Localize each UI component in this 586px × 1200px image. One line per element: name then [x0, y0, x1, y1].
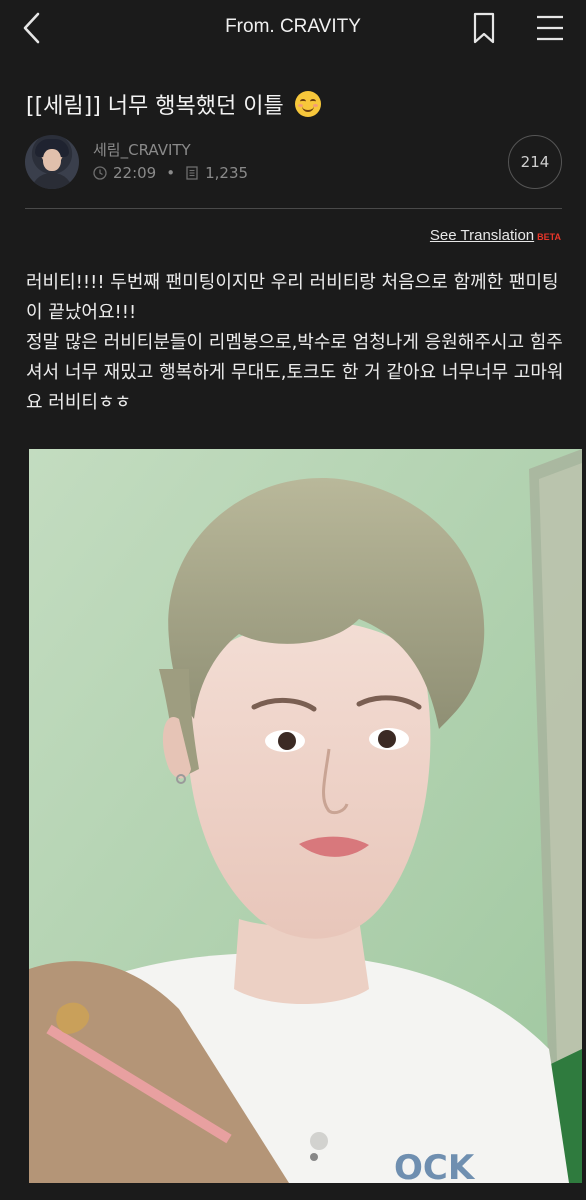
post-time: 22:09: [113, 164, 157, 182]
post-photo[interactable]: OCK: [29, 449, 582, 1183]
divider: [25, 208, 562, 209]
post-paragraph: 러비티!!!! 두번째 팬미팅이지만 우리 러비티랑 처음으로 함께한 팬미팅이…: [26, 272, 559, 323]
author-avatar[interactable]: [25, 135, 79, 189]
meta-separator: •: [166, 164, 176, 182]
beta-badge: BETA: [537, 232, 561, 242]
see-translation-link[interactable]: See Translation BETA: [430, 227, 561, 244]
bookmark-button[interactable]: [470, 12, 498, 44]
post-title: [[세림]] 너무 행복했던 이틀: [26, 88, 321, 120]
clock-icon: [93, 166, 107, 180]
shirt-text: OCK: [394, 1148, 476, 1183]
post-body: 러비티!!!! 두번째 팬미팅이지만 우리 러비티랑 처음으로 함께한 팬미팅이…: [26, 268, 566, 418]
smiling-face-emoji-icon: [294, 91, 321, 117]
menu-icon: [537, 15, 563, 41]
page-title: From. CRAVITY: [225, 16, 361, 37]
photo-illustration: OCK: [29, 449, 582, 1183]
post-title-text: [[세림]] 너무 행복했던 이틀: [26, 94, 284, 119]
comment-count-button[interactable]: 214: [508, 135, 562, 189]
post-paragraph: 정말 많은 러비티분들이 리멤봉으로,박수로 엄청나게 응원해주시고 힘주셔서 …: [26, 332, 564, 413]
post-meta: 22:09 • 1,235: [93, 164, 248, 182]
document-icon: [186, 166, 198, 180]
top-bar: From. CRAVITY: [0, 0, 586, 56]
author-name[interactable]: 세림_CRAVITY: [93, 139, 191, 160]
view-count: 1,235: [205, 164, 249, 182]
bookmark-icon: [473, 12, 495, 44]
menu-button[interactable]: [535, 14, 565, 42]
see-translation-label: See Translation: [429, 227, 535, 244]
